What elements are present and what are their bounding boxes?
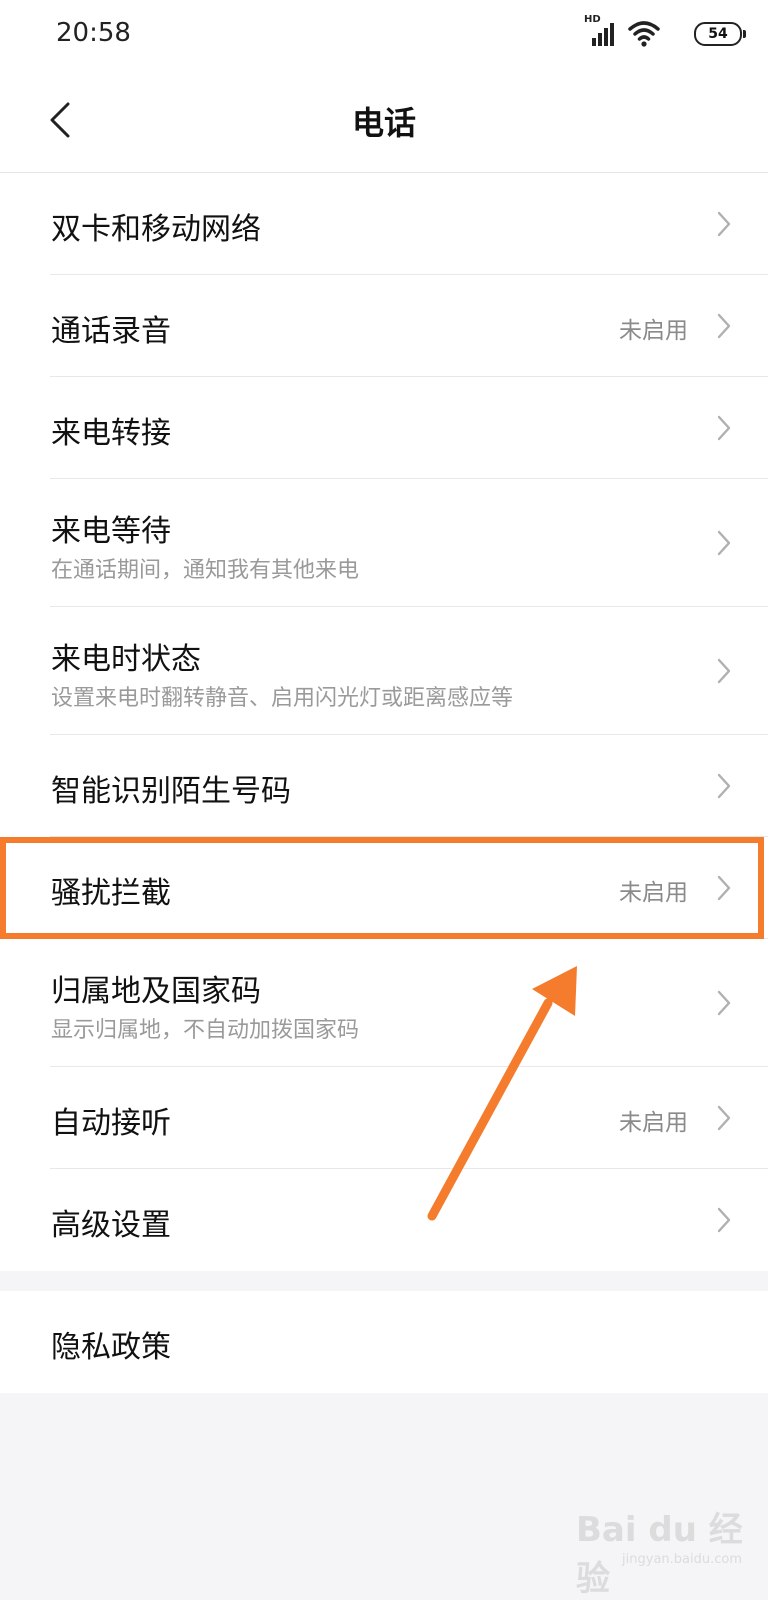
chevron-right-icon (717, 211, 731, 237)
settings-list: 双卡和移动网络 通话录音 未启用 来电转接 来电等待 在通话期间，通知我有其他来… (0, 173, 768, 1271)
settings-row-spam-blocking[interactable]: 骚扰拦截 未启用 (0, 837, 768, 939)
row-title: 来电等待 (51, 514, 171, 549)
settings-row-unknown-number-id[interactable]: 智能识别陌生号码 (0, 735, 768, 837)
row-title: 双卡和移动网络 (51, 212, 261, 247)
row-title: 骚扰拦截 (51, 876, 171, 911)
row-title: 高级设置 (51, 1208, 171, 1243)
row-status: 未启用 (619, 880, 688, 906)
row-subtitle: 在通话期间，通知我有其他来电 (51, 558, 360, 583)
settings-row-dual-sim[interactable]: 双卡和移动网络 (0, 173, 768, 275)
row-subtitle: 设置来电时翻转静音、启用闪光灯或距离感应等 (51, 686, 514, 711)
row-status: 未启用 (619, 1110, 688, 1136)
network-type-label: HD (584, 14, 601, 25)
chevron-right-icon (717, 658, 731, 684)
watermark-brand: Bai du 经验 (576, 1510, 743, 1599)
row-title: 来电时状态 (51, 642, 201, 677)
settings-row-incoming-call-state[interactable]: 来电时状态 设置来电时翻转静音、启用闪光灯或距离感应等 (0, 607, 768, 735)
chevron-right-icon (717, 313, 731, 339)
chevron-right-icon (717, 1207, 731, 1233)
battery-icon: 54 (694, 22, 746, 46)
settings-row-call-waiting[interactable]: 来电等待 在通话期间，通知我有其他来电 (0, 479, 768, 607)
row-title: 智能识别陌生号码 (51, 774, 291, 809)
chevron-right-icon (717, 875, 731, 901)
row-title: 归属地及国家码 (51, 974, 261, 1009)
settings-row-auto-answer[interactable]: 自动接听 未启用 (0, 1067, 768, 1169)
status-bar: 20:58 HD 54 (0, 0, 768, 68)
watermark-url: jingyan.baidu.com (622, 1552, 742, 1567)
header: 电话 (0, 68, 768, 173)
row-title: 隐私政策 (51, 1330, 171, 1365)
settings-row-call-recording[interactable]: 通话录音 未启用 (0, 275, 768, 377)
baidu-watermark: Bai du 经验 jingyan.baidu.com (576, 1502, 746, 1599)
row-status: 未启用 (619, 318, 688, 344)
status-time: 20:58 (56, 18, 131, 48)
chevron-right-icon (717, 530, 731, 556)
settings-row-advanced[interactable]: 高级设置 (0, 1169, 768, 1271)
signal-icon: HD (584, 14, 618, 48)
wifi-icon (628, 20, 660, 48)
status-icons: HD 54 (542, 14, 746, 50)
chevron-right-icon (717, 773, 731, 799)
settings-row-call-forwarding[interactable]: 来电转接 (0, 377, 768, 479)
page-title: 电话 (351, 104, 416, 142)
row-title: 自动接听 (51, 1106, 171, 1141)
settings-row-privacy-policy[interactable]: 隐私政策 (0, 1291, 768, 1393)
row-title: 通话录音 (51, 314, 171, 349)
settings-row-location-country-code[interactable]: 归属地及国家码 显示归属地，不自动加拨国家码 (0, 939, 768, 1067)
chevron-right-icon (717, 415, 731, 441)
chevron-right-icon (717, 1105, 731, 1131)
row-title: 来电转接 (51, 416, 171, 451)
row-subtitle: 显示归属地，不自动加拨国家码 (51, 1018, 360, 1043)
chevron-right-icon (717, 990, 731, 1016)
